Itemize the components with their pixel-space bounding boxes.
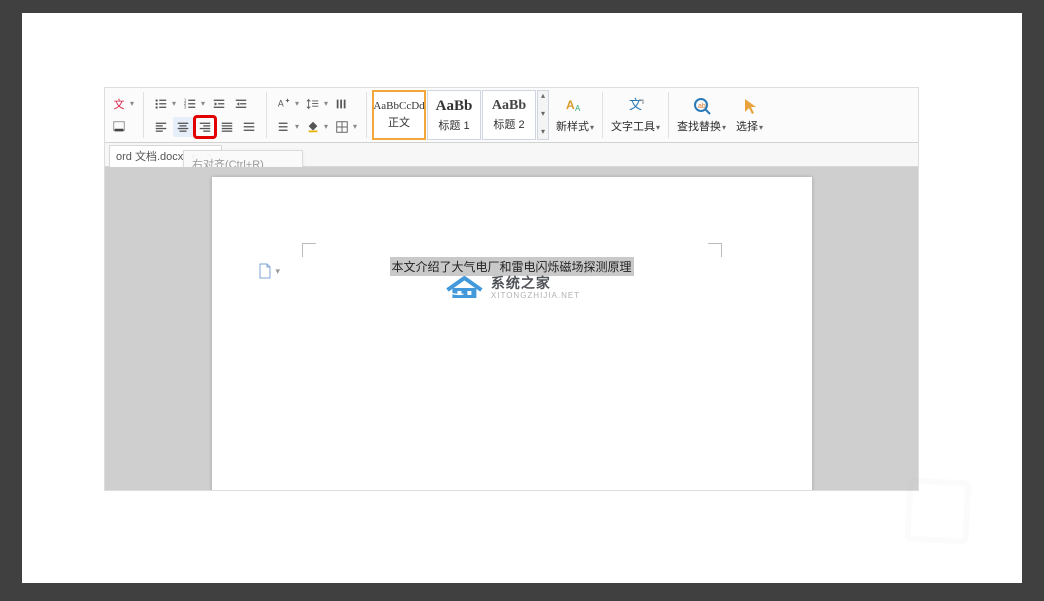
dropdown-caret-icon: ▾ [295, 122, 301, 131]
svg-text:ab: ab [698, 103, 706, 110]
svg-text:3: 3 [184, 104, 187, 109]
shading-button[interactable] [303, 117, 323, 137]
new-style-button[interactable]: AA 新样式▾ [551, 88, 599, 142]
align-left-button[interactable] [151, 117, 171, 137]
style-normal[interactable]: AaBbCcDd 正文 [372, 90, 426, 140]
watermark-house-icon [443, 274, 485, 300]
svg-text:文: 文 [629, 97, 642, 112]
style-heading1[interactable]: AaBb 标题 1 [427, 90, 481, 140]
separator [266, 92, 267, 138]
separator [143, 92, 144, 138]
margin-corner-icon [302, 243, 316, 257]
new-style-icon: AA [565, 96, 585, 116]
align-justify-button[interactable] [217, 117, 237, 137]
style-preview: AaBbCcDd [373, 100, 424, 112]
svg-text:A: A [575, 104, 581, 113]
select-label: 选择 [736, 121, 758, 133]
dropdown-caret-icon: ▾ [324, 122, 330, 131]
document-page[interactable]: ▾ 本文介绍了大气电厂和雷电闪烁磁场探测原理 系统之家 XITONGZHIJIA… [212, 177, 812, 490]
style-gallery: AaBbCcDd 正文 AaBb 标题 1 AaBb 标题 2 ▴ ▾ ▾ [370, 88, 551, 142]
dropdown-caret-icon: ▾ [324, 99, 330, 108]
borders-button[interactable] [332, 117, 352, 137]
align-right-button[interactable] [195, 117, 215, 137]
watermark-logo: 系统之家 XITONGZHIJIA.NET [443, 273, 580, 300]
text-tools-icon: 文 [626, 96, 646, 116]
dropdown-caret-icon: ▾ [759, 123, 763, 132]
margin-corner-icon [708, 243, 722, 257]
faint-background-watermark [906, 479, 970, 543]
watermark-text-en: XITONGZHIJIA.NET [491, 291, 580, 300]
scroll-down-icon[interactable]: ▾ [538, 109, 548, 121]
svg-text:A: A [566, 98, 575, 112]
style-label: 标题 2 [493, 116, 524, 132]
find-replace-button[interactable]: ab 查找替换▾ [672, 88, 731, 142]
dropdown-caret-icon: ▾ [590, 123, 594, 132]
distributed-align-button[interactable] [239, 117, 259, 137]
increase-indent-button[interactable] [231, 94, 251, 114]
character-scale-button[interactable]: A [274, 94, 294, 114]
style-preview: AaBb [436, 98, 473, 115]
document-canvas[interactable]: ▾ 本文介绍了大气电厂和雷电闪烁磁场探测原理 系统之家 XITONGZHIJIA… [105, 167, 918, 490]
align-center-button[interactable] [173, 117, 193, 137]
document-tab-filename: ord 文档.docx [116, 148, 183, 164]
svg-text:A: A [278, 98, 284, 108]
find-replace-icon: ab [692, 96, 712, 116]
text-tools-button[interactable]: 文 文字工具▾ [606, 88, 665, 142]
text-tools-label: 文字工具 [611, 121, 655, 133]
tab-settings-button[interactable] [332, 94, 352, 114]
word-app-window: 文 ▾ ▾ 123 [104, 87, 919, 491]
line-spacing-button[interactable] [303, 94, 323, 114]
dropdown-caret-icon: ▾ [130, 99, 136, 108]
separator [366, 92, 367, 138]
select-cursor-icon [740, 96, 760, 116]
font-group-fragment: 文 ▾ [105, 88, 140, 142]
bullet-list-button[interactable] [151, 94, 171, 114]
spacing-group: A ▾ ▾ ▾ [270, 88, 363, 142]
page-frame: 文 ▾ ▾ 123 [22, 13, 1022, 583]
style-heading2[interactable]: AaBb 标题 2 [482, 90, 536, 140]
dropdown-caret-icon: ▾ [295, 99, 301, 108]
line-spacing-dropdown[interactable] [274, 117, 294, 137]
dropdown-caret-icon: ▾ [201, 99, 207, 108]
page-gutter-icon[interactable]: ▾ [258, 263, 281, 279]
paragraph-list-group: ▾ 123 ▾ [147, 88, 263, 142]
font-color-button[interactable] [109, 117, 129, 137]
scroll-expand-icon[interactable]: ▾ [538, 127, 548, 139]
style-gallery-scroll[interactable]: ▴ ▾ ▾ [537, 90, 549, 140]
select-button[interactable]: 选择▾ [731, 88, 768, 142]
dropdown-caret-icon: ▾ [276, 266, 281, 277]
scroll-up-icon[interactable]: ▴ [538, 91, 548, 103]
ribbon: 文 ▾ ▾ 123 [105, 88, 918, 143]
dropdown-caret-icon: ▾ [656, 123, 660, 132]
separator [602, 92, 603, 138]
dropdown-caret-icon: ▾ [172, 99, 178, 108]
style-preview: AaBb [492, 98, 526, 114]
numbered-list-button[interactable]: 123 [180, 94, 200, 114]
new-style-label: 新样式 [556, 121, 589, 133]
dropdown-caret-icon: ▾ [722, 123, 726, 132]
separator [668, 92, 669, 138]
font-language-dropdown[interactable]: 文 [109, 94, 129, 114]
decrease-indent-button[interactable] [209, 94, 229, 114]
style-label: 标题 1 [438, 117, 469, 133]
watermark-text-cn: 系统之家 [491, 273, 580, 293]
dropdown-caret-icon: ▾ [353, 122, 359, 131]
style-label: 正文 [388, 114, 410, 130]
find-replace-label: 查找替换 [677, 121, 721, 133]
